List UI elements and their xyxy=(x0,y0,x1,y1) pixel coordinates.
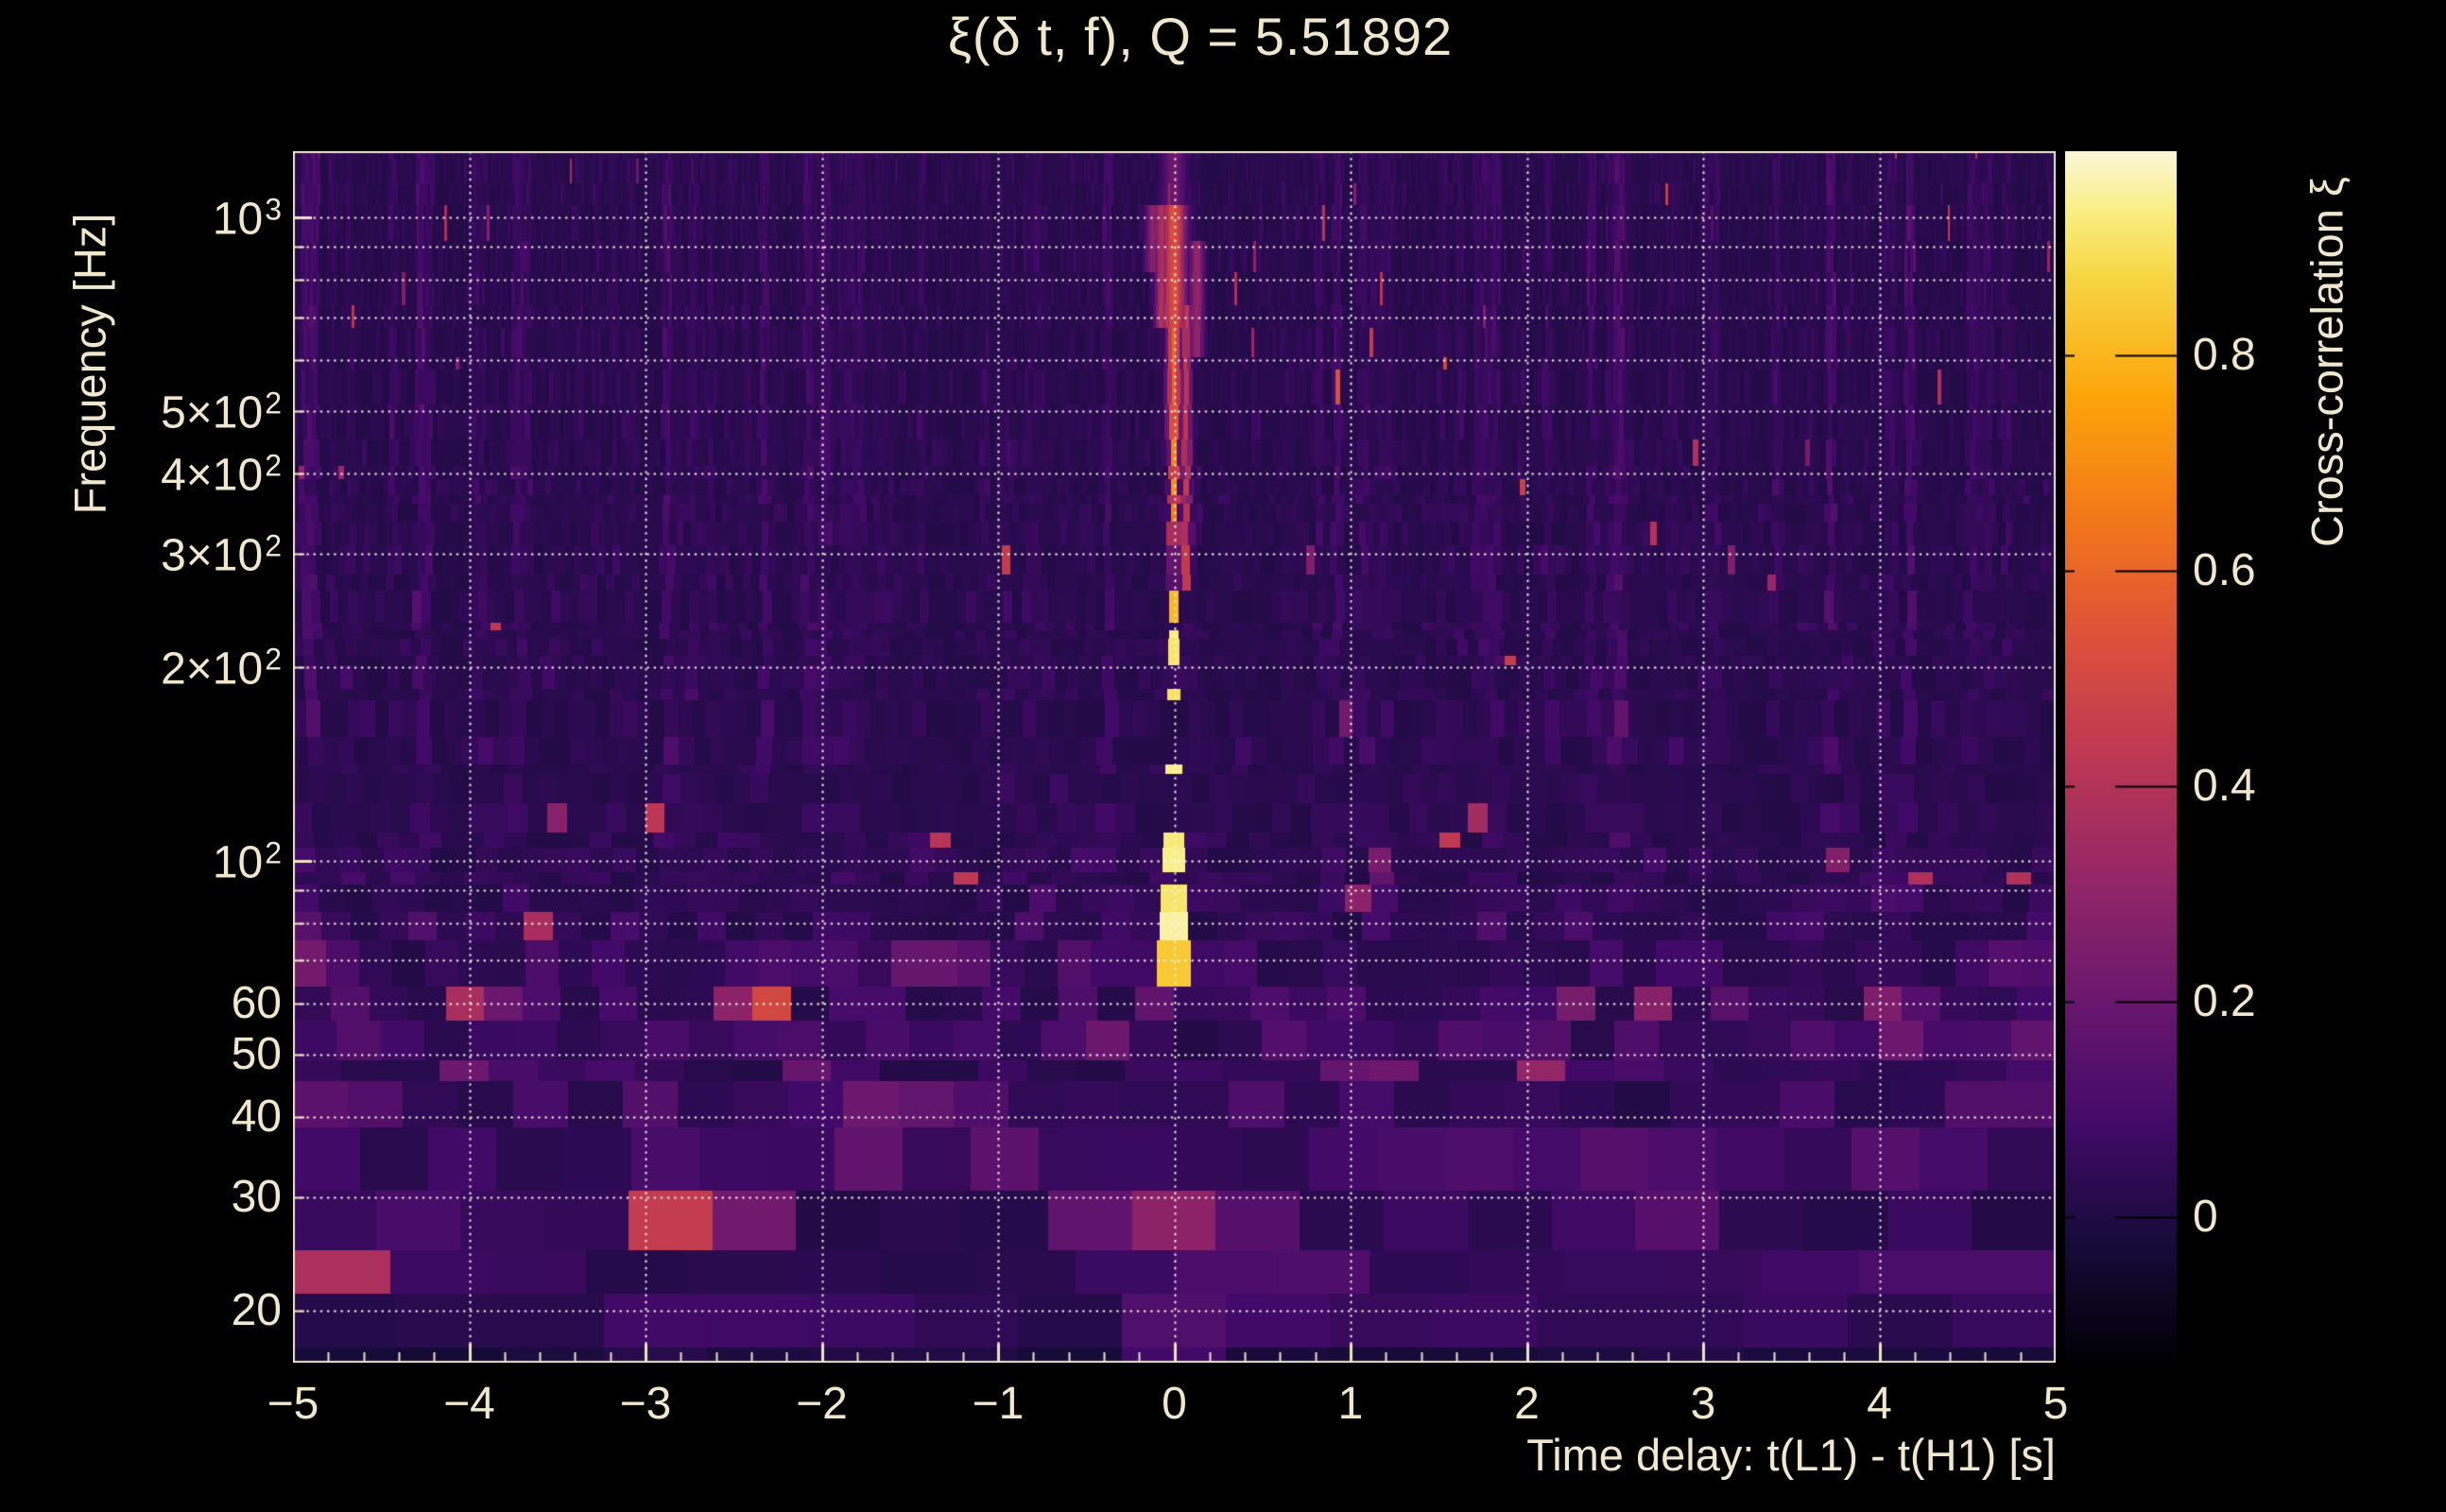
colorbar-title: Cross-correlation ξ xyxy=(2301,177,2352,547)
y-tick-label: 30 xyxy=(231,1172,282,1223)
colorbar-canvas xyxy=(2065,151,2177,1366)
y-tick-label: 3×102 xyxy=(161,528,282,581)
colorbar-tick-label: 0 xyxy=(2193,1191,2218,1242)
colorbar-tick-label: 0.8 xyxy=(2193,330,2256,381)
x-tick-label: −4 xyxy=(443,1379,495,1429)
x-tick-label: −1 xyxy=(972,1379,1025,1429)
y-tick-label: 102 xyxy=(212,835,282,888)
x-tick-label: 0 xyxy=(1162,1379,1187,1429)
colorbar-tick-label: 0.2 xyxy=(2193,975,2256,1026)
x-tick-label: 3 xyxy=(1690,1379,1716,1429)
heatmap-canvas xyxy=(293,151,2056,1363)
colorbar-tick-label: 0.4 xyxy=(2193,761,2256,812)
chart-title: ξ(δ t, f), Q = 5.51892 xyxy=(947,7,1454,66)
x-axis-title: Time delay: t(L1) - t(H1) [s] xyxy=(1526,1430,2056,1480)
x-tick-label: −5 xyxy=(267,1379,319,1429)
y-axis-title: Frequency [Hz] xyxy=(64,213,115,515)
colorbar-tick-label: 0.6 xyxy=(2193,545,2256,596)
x-tick-label: −3 xyxy=(619,1379,672,1429)
x-tick-label: 2 xyxy=(1514,1379,1540,1429)
y-tick-label: 50 xyxy=(231,1028,282,1079)
x-tick-label: 4 xyxy=(1867,1379,1892,1429)
y-tick-label: 2×102 xyxy=(161,642,282,695)
x-tick-label: −2 xyxy=(796,1379,848,1429)
y-tick-label: 20 xyxy=(231,1284,282,1335)
y-tick-label: 60 xyxy=(231,978,282,1029)
x-tick-label: 1 xyxy=(1337,1379,1364,1429)
y-tick-label: 40 xyxy=(231,1091,282,1142)
figure-root: ξ(δ t, f), Q = 5.51892 −5 −4 −3 −2 −1 0 1 2 3 4 5 … xyxy=(0,0,2446,1512)
x-tick-label: 5 xyxy=(2042,1379,2069,1429)
